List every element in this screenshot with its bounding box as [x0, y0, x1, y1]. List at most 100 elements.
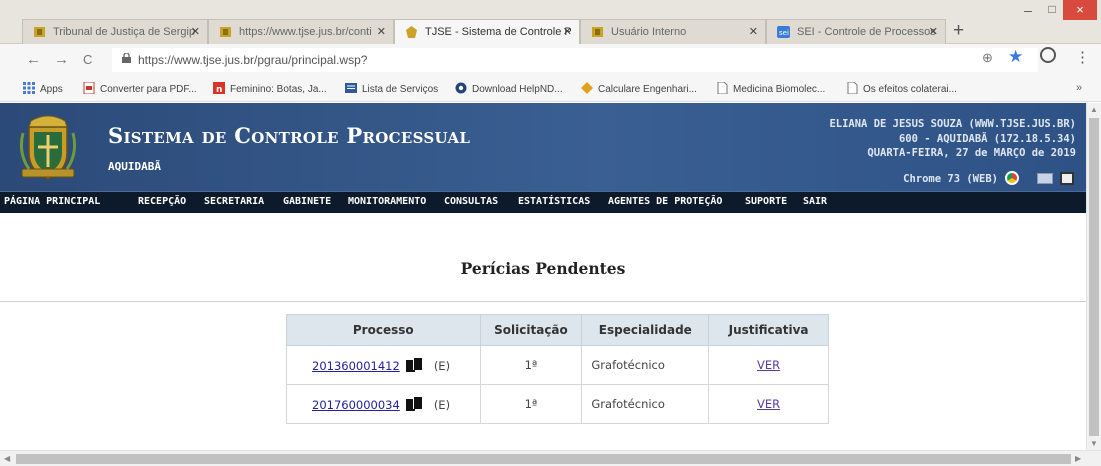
bookmark-lista-servicos[interactable]: Lista de Serviços: [345, 82, 438, 95]
menu-gabinete[interactable]: GABINETE: [283, 196, 331, 207]
vertical-scrollbar[interactable]: ▲ ▼: [1086, 103, 1101, 450]
user-info: ELIANA DE JESUS SOUZA (WWW.TJSE.JUS.BR) …: [829, 117, 1076, 161]
bookmark-label: Os efeitos colaterai...: [863, 84, 957, 95]
cell-justificativa: VER: [708, 345, 829, 385]
menu-suporte[interactable]: SUPORTE: [745, 196, 787, 207]
bookmark-label: Converter para PDF...: [100, 84, 197, 95]
bookmark-converter-pdf[interactable]: Converter para PDF...: [83, 82, 197, 95]
cell-especialidade: Grafotécnico: [581, 384, 710, 424]
bookmark-feminino[interactable]: n Feminino: Botas, Ja...: [213, 82, 327, 95]
close-icon[interactable]: ✕: [377, 25, 386, 38]
bookmark-label: Apps: [40, 84, 63, 95]
close-icon[interactable]: ✕: [929, 25, 938, 38]
star-bookmark-icon[interactable]: ★: [1008, 47, 1023, 67]
col-solicitacao: Solicitação: [479, 314, 583, 346]
emblem-favicon-icon: [406, 26, 417, 38]
menu-sair[interactable]: SAIR: [803, 196, 827, 207]
menu-agentes-protecao[interactable]: AGENTES DE PROTEÇÃO: [608, 196, 722, 207]
back-button[interactable]: ←: [26, 51, 41, 68]
tab-usuario-interno[interactable]: Usuário Interno ✕: [580, 19, 766, 44]
tab-sistema-controle[interactable]: TJSE - Sistema de Controle P ✕: [394, 19, 580, 45]
menu-estatisticas[interactable]: ESTATÍSTICAS: [518, 196, 590, 207]
documents-icon[interactable]: [405, 357, 423, 372]
bookmark-apps[interactable]: Apps: [23, 82, 63, 95]
tab-tjse-conti[interactable]: https://www.tjse.jus.br/conti ✕: [208, 19, 394, 44]
menu-consultas[interactable]: CONSULTAS: [444, 196, 498, 207]
list-icon: [345, 83, 357, 93]
tab-title: Usuário Interno: [611, 26, 687, 38]
tjse-favicon-icon: [220, 27, 231, 37]
processo-flag: (E): [433, 397, 451, 412]
tab-title: https://www.tjse.jus.br/conti: [239, 26, 372, 38]
pericias-table: Processo Solicitação Especialidade Justi…: [286, 314, 829, 424]
reload-button[interactable]: C: [83, 52, 92, 67]
menu-secretaria[interactable]: SECRETARIA: [204, 196, 264, 207]
close-icon[interactable]: ✕: [191, 25, 200, 38]
scroll-right-icon[interactable]: ▶: [1075, 454, 1081, 463]
close-window-button[interactable]: ×: [1063, 0, 1097, 20]
scroll-up-icon[interactable]: ▲: [1090, 105, 1098, 114]
id-card-icon[interactable]: [1036, 173, 1053, 184]
maximize-button[interactable]: □: [1041, 2, 1063, 20]
table-header-row: Processo Solicitação Especialidade Justi…: [286, 314, 829, 346]
table-row: 201360001412 (E) 1ª Grafotécnico VER: [286, 345, 829, 385]
bookmark-label: Calculare Engenhari...: [598, 84, 697, 95]
zoom-icon[interactable]: ⊕: [982, 50, 993, 66]
tjse-favicon-icon: [592, 27, 603, 37]
close-icon[interactable]: ✕: [563, 25, 572, 38]
browser-info-line: Chrome 73 (WEB): [903, 171, 1074, 187]
bookmark-medicina[interactable]: Medicina Biomolec...: [716, 82, 825, 95]
close-icon[interactable]: ✕: [749, 25, 758, 38]
bookmark-efeitos[interactable]: Os efeitos colaterai...: [846, 82, 957, 95]
cell-especialidade: Grafotécnico: [581, 345, 710, 385]
pdf-icon: [83, 82, 95, 94]
cell-processo: 201360001412 (E): [286, 345, 481, 385]
store-icon: n: [213, 82, 225, 94]
unit-info: 600 - AQUIDABÃ (172.18.5.34): [898, 132, 1076, 145]
tab-title: TJSE - Sistema de Controle P: [425, 26, 572, 38]
processo-link[interactable]: 201360001412: [312, 359, 400, 373]
svg-text:sei: sei: [779, 29, 789, 37]
cell-solicitacao: 1ª: [479, 345, 583, 385]
col-processo: Processo: [286, 314, 481, 346]
bookmarks-overflow-button[interactable]: »: [1076, 82, 1082, 94]
table-row: 201760000034 (E) 1ª Grafotécnico VER: [286, 384, 829, 424]
ver-link[interactable]: VER: [757, 358, 780, 372]
address-bar[interactable]: https://www.tjse.jus.br/pgrau/principal.…: [112, 48, 1038, 72]
svg-text:n: n: [216, 85, 222, 94]
profile-icon[interactable]: [1040, 47, 1056, 63]
new-tab-button[interactable]: +: [953, 20, 964, 42]
scroll-down-icon[interactable]: ▼: [1090, 439, 1098, 448]
printer-icon[interactable]: [1060, 172, 1074, 185]
bookmark-download-helpnd[interactable]: Download HelpND...: [455, 82, 563, 95]
apps-grid-icon: [23, 82, 35, 94]
calc-icon: [581, 82, 593, 94]
cell-processo: 201760000034 (E): [286, 384, 481, 424]
bookmark-calculare[interactable]: Calculare Engenhari...: [581, 82, 697, 95]
page-icon: [847, 82, 858, 94]
horizontal-scrollbar[interactable]: ◀ ▶: [0, 450, 1101, 466]
browser-menu-icon[interactable]: ⋮: [1075, 48, 1090, 66]
download-icon: [455, 82, 467, 94]
tab-title: Tribunal de Justiça de Sergip: [53, 26, 196, 38]
tab-title: SEI - Controle de Processos: [797, 26, 936, 38]
processo-flag: (E): [433, 358, 451, 373]
bookmark-label: Download HelpND...: [472, 84, 563, 95]
menu-pagina-principal[interactable]: PÁGINA PRINCIPAL: [4, 196, 100, 207]
page-icon: [717, 82, 728, 94]
menu-recepcao[interactable]: RECEPÇÃO: [138, 196, 186, 207]
scroll-left-icon[interactable]: ◀: [4, 454, 10, 463]
scroll-thumb[interactable]: [16, 454, 1071, 464]
processo-link[interactable]: 201760000034: [312, 398, 400, 412]
browser-tabstrip: Tribunal de Justiça de Sergip ✕ https://…: [0, 0, 1101, 45]
tab-tribunal[interactable]: Tribunal de Justiça de Sergip ✕: [22, 19, 208, 44]
ver-link[interactable]: VER: [757, 397, 780, 411]
documents-icon[interactable]: [405, 396, 423, 411]
menu-monitoramento[interactable]: MONITORAMENTO: [348, 196, 426, 207]
sei-favicon-icon: sei: [777, 26, 790, 38]
tab-sei[interactable]: sei SEI - Controle de Processos ✕: [766, 19, 946, 44]
forward-button[interactable]: →: [54, 51, 69, 68]
minimize-button[interactable]: –: [1015, 2, 1041, 20]
scroll-thumb[interactable]: [1089, 118, 1099, 436]
col-especialidade: Especialidade: [581, 314, 710, 346]
